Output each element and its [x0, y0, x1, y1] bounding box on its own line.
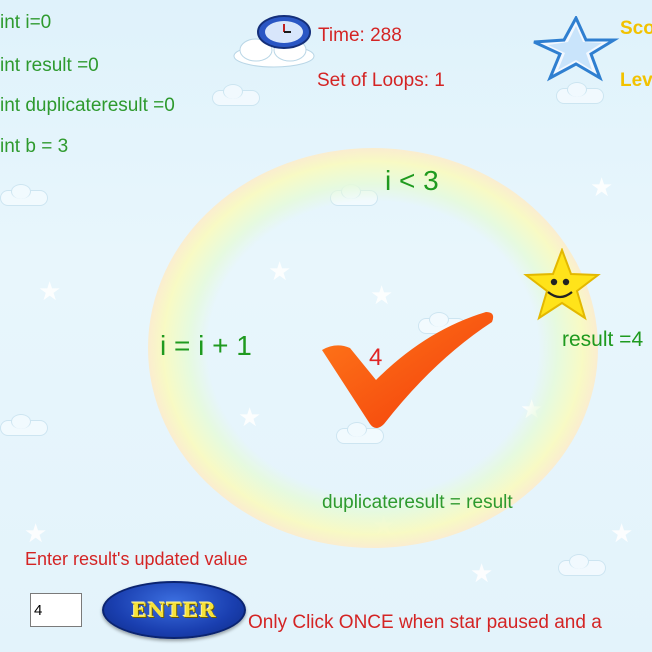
background-star-icon: ★ [38, 276, 62, 306]
background-cloud [0, 414, 48, 436]
loop-condition: i < 3 [385, 165, 439, 196]
background-star-icon: ★ [470, 558, 494, 588]
code-line-result: int result =0 [0, 55, 99, 76]
background-star-icon: ★ [24, 518, 48, 548]
level-label: Lev [620, 70, 652, 91]
background-cloud [558, 554, 606, 576]
enter-button[interactable]: ENTER [102, 581, 246, 639]
loop-increment: i = i + 1 [160, 330, 252, 361]
clock-icon [228, 12, 320, 70]
game-stage: ★ ★ ★ ★ ★ ★ ★ ★ ★ ★ int i=0 int result =… [0, 0, 652, 652]
check-value: 4 [369, 344, 383, 371]
background-cloud [556, 82, 604, 104]
smiley-star-icon [522, 247, 602, 324]
result-input[interactable] [30, 593, 82, 627]
background-cloud [212, 84, 260, 106]
code-line-b: int b = 3 [0, 136, 69, 157]
background-cloud [0, 184, 48, 206]
duplicate-result-label: duplicateresult = result [322, 492, 513, 513]
time-display: Time: 288 [318, 25, 402, 46]
score-star-icon [528, 14, 620, 82]
code-line-i: int i=0 [0, 12, 52, 33]
background-star-icon: ★ [590, 172, 614, 202]
enter-button-label: ENTER [131, 598, 217, 622]
score-label: Sco [620, 18, 652, 39]
loops-display: Set of Loops: 1 [317, 70, 445, 91]
instruction-text: Only Click ONCE when star paused and a [248, 612, 602, 633]
code-line-duplicateresult: int duplicateresult =0 [0, 95, 175, 116]
input-prompt: Enter result's updated value [25, 549, 248, 569]
checkmark-icon [316, 308, 498, 434]
background-star-icon: ★ [610, 518, 634, 548]
result-label: result =4 [562, 328, 644, 351]
